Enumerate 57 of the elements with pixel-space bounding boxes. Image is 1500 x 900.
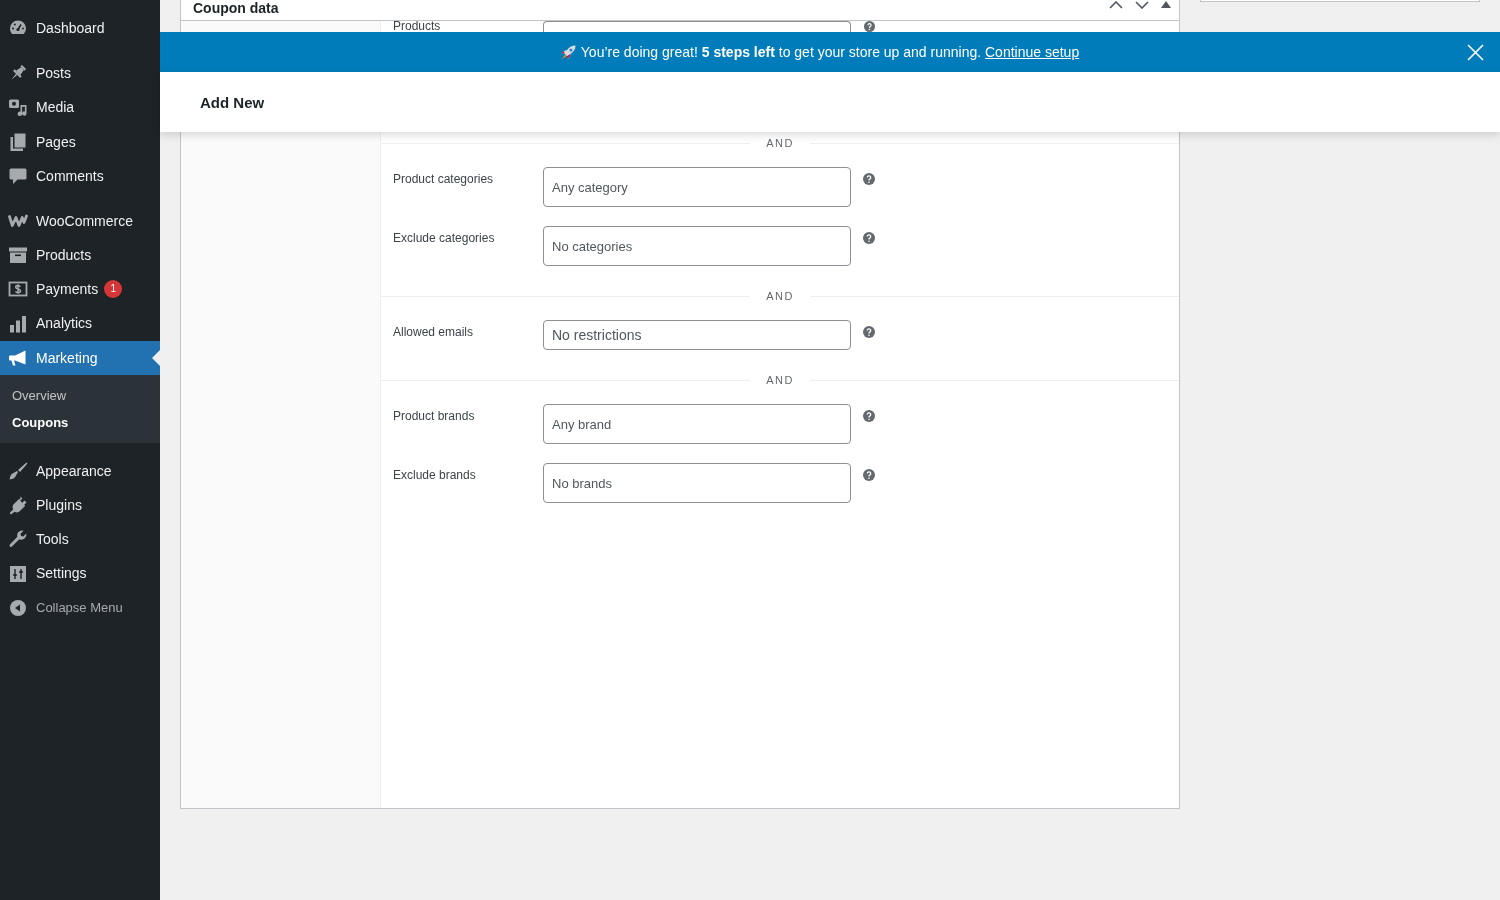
bar-chart-icon — [8, 313, 28, 334]
menu-item[interactable]: Settings — [0, 556, 160, 591]
camera-note-icon — [8, 97, 28, 118]
field-label: Product categories — [393, 171, 495, 186]
field-label: Products — [393, 21, 442, 32]
triangle-up-icon[interactable] — [1161, 1, 1171, 8]
search-select-field[interactable]: Any category — [543, 167, 851, 207]
continue-setup-link[interactable]: Continue setup — [985, 44, 1080, 60]
field-label: Exclude brands — [393, 467, 477, 482]
input-field[interactable]: No restrictions — [543, 320, 851, 350]
field-label: Product brands — [393, 408, 476, 423]
separator-label: AND — [765, 137, 795, 149]
search-select-field[interactable] — [543, 21, 851, 32]
close-icon — [1467, 43, 1484, 61]
notice-message: You’re doing great! 5 steps left to get your store up and running. Continue setup — [580, 43, 1080, 61]
menu-item[interactable]: Pages — [0, 124, 160, 159]
search-select-field[interactable]: No brands — [543, 463, 851, 503]
panel-title: Coupon data — [193, 0, 279, 17]
plug-icon — [8, 495, 28, 516]
help-icon[interactable] — [863, 232, 875, 244]
search-select-field[interactable]: Any brand — [543, 404, 851, 444]
page-title: Add New — [200, 93, 265, 111]
menu-item[interactable]: Payments 1 — [0, 272, 160, 307]
chevron-up-icon[interactable] — [1109, 1, 1123, 9]
separator-label: AND — [765, 374, 795, 386]
help-icon[interactable] — [863, 173, 875, 185]
help-icon[interactable] — [863, 21, 875, 32]
search-select-field[interactable]: No categories — [543, 226, 851, 266]
menu-item[interactable]: Marketing — [0, 340, 160, 375]
menu-item[interactable]: Analytics — [0, 306, 160, 341]
field-label: Exclude categories — [393, 230, 496, 245]
paintbrush-icon — [8, 460, 28, 481]
chevron-down-icon[interactable] — [1135, 1, 1149, 9]
submenu-item[interactable]: Coupons — [0, 408, 160, 436]
menu-item[interactable]: Dashboard — [0, 11, 160, 46]
help-icon[interactable] — [863, 469, 875, 481]
menu-item[interactable]: Appearance — [0, 453, 160, 489]
menu-item[interactable]: Tools — [0, 522, 160, 557]
field-label: Allowed emails — [393, 324, 475, 339]
help-icon[interactable] — [863, 410, 875, 422]
wrench-icon — [8, 529, 28, 550]
collapse-menu-button[interactable]: Collapse Menu — [0, 590, 133, 625]
menu-item[interactable]: Media — [0, 90, 160, 125]
menu-item[interactable]: Products — [0, 238, 160, 273]
pages-icon — [8, 131, 28, 152]
help-icon[interactable] — [863, 326, 875, 338]
sliders-icon — [8, 563, 28, 584]
menu-item[interactable]: Posts — [0, 56, 160, 91]
close-button[interactable] — [1467, 43, 1484, 61]
separator-label: AND — [765, 290, 795, 302]
menu-item[interactable]: WooCommerce — [0, 203, 160, 239]
rocket-icon — [560, 44, 576, 60]
menu-item[interactable]: Comments — [0, 158, 160, 193]
count-badge: 1 — [104, 280, 123, 299]
menu-item[interactable]: Plugins — [0, 488, 160, 523]
archive-box-icon — [8, 245, 28, 266]
submenu-item[interactable]: Overview — [0, 381, 160, 409]
